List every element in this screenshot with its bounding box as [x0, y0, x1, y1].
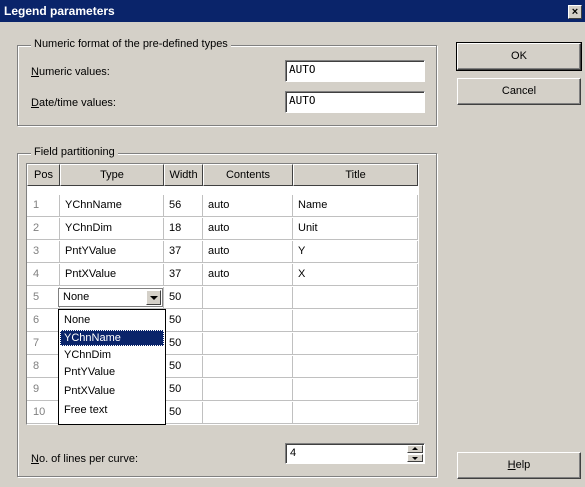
column-header-width[interactable]: Width: [164, 164, 203, 186]
cell-title[interactable]: [293, 333, 418, 355]
lines-per-curve-label: No. of lines per curve:: [31, 453, 139, 465]
type-dropdown-list[interactable]: None YChnName YChnDim PntYValue PntXValu…: [58, 309, 166, 425]
cell-contents[interactable]: auto: [203, 241, 293, 263]
numeric-format-group: [17, 45, 437, 126]
cell-contents[interactable]: [203, 287, 293, 309]
lines-per-curve-value[interactable]: 4: [290, 447, 296, 459]
dropdown-option[interactable]: PntYValue: [60, 364, 164, 380]
cell-title[interactable]: [293, 356, 418, 378]
cell-contents[interactable]: auto: [203, 218, 293, 240]
date-time-values-input[interactable]: AUTO: [285, 91, 425, 113]
cell-title[interactable]: X: [293, 264, 418, 286]
cell-type[interactable]: PntXValue: [60, 264, 164, 286]
cell-title[interactable]: [293, 402, 418, 424]
help-button[interactable]: Help: [457, 452, 581, 479]
numeric-values-label: Numeric values:: [31, 66, 110, 78]
cell-width[interactable]: 50: [164, 379, 203, 401]
numeric-format-group-title: Numeric format of the pre-defined types: [31, 38, 231, 50]
cell-title[interactable]: [293, 379, 418, 401]
cell-contents[interactable]: [203, 356, 293, 378]
numeric-values-input[interactable]: AUTO: [285, 60, 425, 82]
cell-title[interactable]: Y: [293, 241, 418, 263]
cell-contents[interactable]: [203, 310, 293, 332]
cell-width[interactable]: 50: [164, 310, 203, 332]
cell-contents[interactable]: [203, 379, 293, 401]
column-header-type[interactable]: Type: [60, 164, 164, 186]
cell-title[interactable]: [293, 287, 418, 309]
spin-up-icon[interactable]: [407, 445, 423, 453]
cell-type[interactable]: PntYValue: [60, 241, 164, 263]
cell-pos: 1: [27, 195, 60, 217]
cell-width[interactable]: 50: [164, 402, 203, 424]
ok-button[interactable]: OK: [456, 42, 582, 71]
cell-title[interactable]: [293, 310, 418, 332]
cell-type[interactable]: YChnName: [60, 195, 164, 217]
dropdown-option-selected[interactable]: YChnName: [60, 330, 164, 346]
cell-width[interactable]: 50: [164, 356, 203, 378]
field-partitioning-group-title: Field partitioning: [31, 146, 118, 158]
cell-width[interactable]: 37: [164, 241, 203, 263]
spin-down-icon[interactable]: [407, 454, 423, 462]
cell-pos: 10: [27, 402, 60, 424]
cell-pos: 6: [27, 310, 60, 332]
cell-contents[interactable]: auto: [203, 195, 293, 217]
type-combobox[interactable]: None: [58, 288, 163, 307]
dropdown-option[interactable]: None: [60, 312, 164, 328]
lines-per-curve-spinner[interactable]: 4: [285, 443, 425, 464]
cell-contents[interactable]: auto: [203, 264, 293, 286]
column-header-pos[interactable]: Pos: [27, 164, 60, 186]
cell-pos: 4: [27, 264, 60, 286]
cell-width[interactable]: 18: [164, 218, 203, 240]
cell-pos: 9: [27, 379, 60, 401]
type-combobox-value: None: [63, 291, 90, 303]
cell-title[interactable]: Unit: [293, 218, 418, 240]
cell-pos: 7: [27, 333, 60, 355]
cell-type[interactable]: YChnDim: [60, 218, 164, 240]
cell-title[interactable]: Name: [293, 195, 418, 217]
column-header-contents[interactable]: Contents: [203, 164, 293, 186]
close-icon[interactable]: ×: [568, 5, 582, 19]
cell-contents[interactable]: [203, 402, 293, 424]
cell-pos: 8: [27, 356, 60, 378]
date-time-values-label: Date/time values:: [31, 97, 116, 109]
cell-pos: 5: [27, 287, 60, 309]
cell-pos: 3: [27, 241, 60, 263]
cell-width[interactable]: 56: [164, 195, 203, 217]
cell-contents[interactable]: [203, 333, 293, 355]
window-title: Legend parameters: [4, 4, 115, 18]
cell-pos: 2: [27, 218, 60, 240]
cell-width[interactable]: 37: [164, 264, 203, 286]
dropdown-option[interactable]: Free text: [60, 402, 164, 418]
dropdown-option[interactable]: YChnDim: [60, 347, 164, 363]
dropdown-option[interactable]: PntXValue: [60, 383, 164, 399]
cell-width[interactable]: 50: [164, 287, 203, 309]
chevron-down-icon[interactable]: [146, 290, 161, 305]
column-header-title[interactable]: Title: [293, 164, 418, 186]
title-bar: Legend parameters ×: [0, 0, 585, 22]
cell-width[interactable]: 50: [164, 333, 203, 355]
cancel-button[interactable]: Cancel: [457, 78, 581, 105]
